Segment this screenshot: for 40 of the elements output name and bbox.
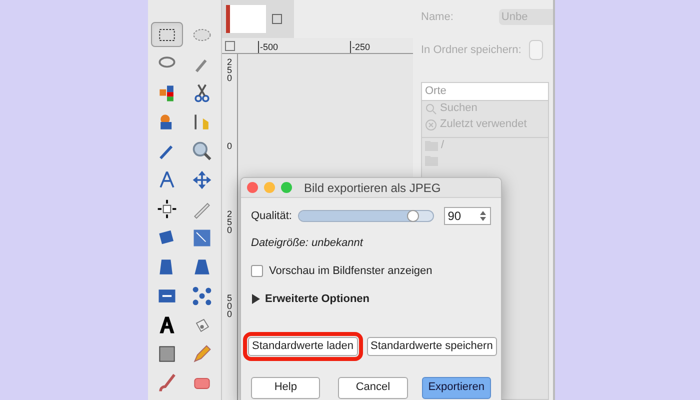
ruler-label: 500 <box>226 294 233 318</box>
image-tab[interactable] <box>222 0 294 38</box>
ruler-label: -500 <box>258 41 278 53</box>
ruler-label: -250 <box>350 41 370 53</box>
defaults-button[interactable]: Standardwerte laden <box>248 336 358 356</box>
close-icon[interactable] <box>272 14 282 24</box>
tool-button[interactable] <box>151 22 184 47</box>
place-label: / <box>441 138 444 153</box>
dialog-button[interactable]: Help <box>251 376 320 398</box>
tool-icon <box>190 284 213 306</box>
ruler-label: 250 <box>226 210 233 234</box>
expander-arrow-icon[interactable] <box>251 294 261 304</box>
quality-label: Qualität: <box>251 208 292 224</box>
folder-label: In Ordner speichern: <box>421 42 522 58</box>
tool-icon <box>156 198 178 220</box>
dialog-button[interactable]: Cancel <box>338 376 408 398</box>
dialog-button[interactable]: Exportieren <box>422 376 491 398</box>
places-header: Orte <box>422 83 548 100</box>
file-size-text: Dateigröße: unbekannt <box>251 236 364 251</box>
tool-icon <box>190 140 213 162</box>
ruler-label: 0 <box>226 142 233 150</box>
tool-icon <box>156 372 178 394</box>
spinner-arrows-icon[interactable] <box>479 210 487 222</box>
ruler-label: 250 <box>226 58 233 82</box>
search-icon <box>425 102 437 114</box>
defaults-button[interactable]: Standardwerte speichern <box>366 336 497 356</box>
tool-icon <box>190 168 213 190</box>
quality-slider[interactable] <box>298 210 434 222</box>
quality-spinbox[interactable]: 90 <box>444 207 491 225</box>
name-label: Name: <box>421 10 454 25</box>
preview-label: Vorschau im Bildfenster anzeigen <box>269 264 432 278</box>
window-title: Bild exportieren als JPEG <box>304 180 441 196</box>
slider-thumb[interactable] <box>407 210 420 222</box>
place-label: Zuletzt verwendet <box>440 117 527 132</box>
preview-checkbox[interactable] <box>251 264 263 277</box>
image-thumbnail <box>226 5 266 33</box>
clock-icon <box>425 118 437 130</box>
advanced-options-label[interactable]: Erweiterte Optionen <box>265 291 370 308</box>
place-label: Suchen <box>440 101 478 116</box>
quality-value: 90 <box>446 208 462 225</box>
